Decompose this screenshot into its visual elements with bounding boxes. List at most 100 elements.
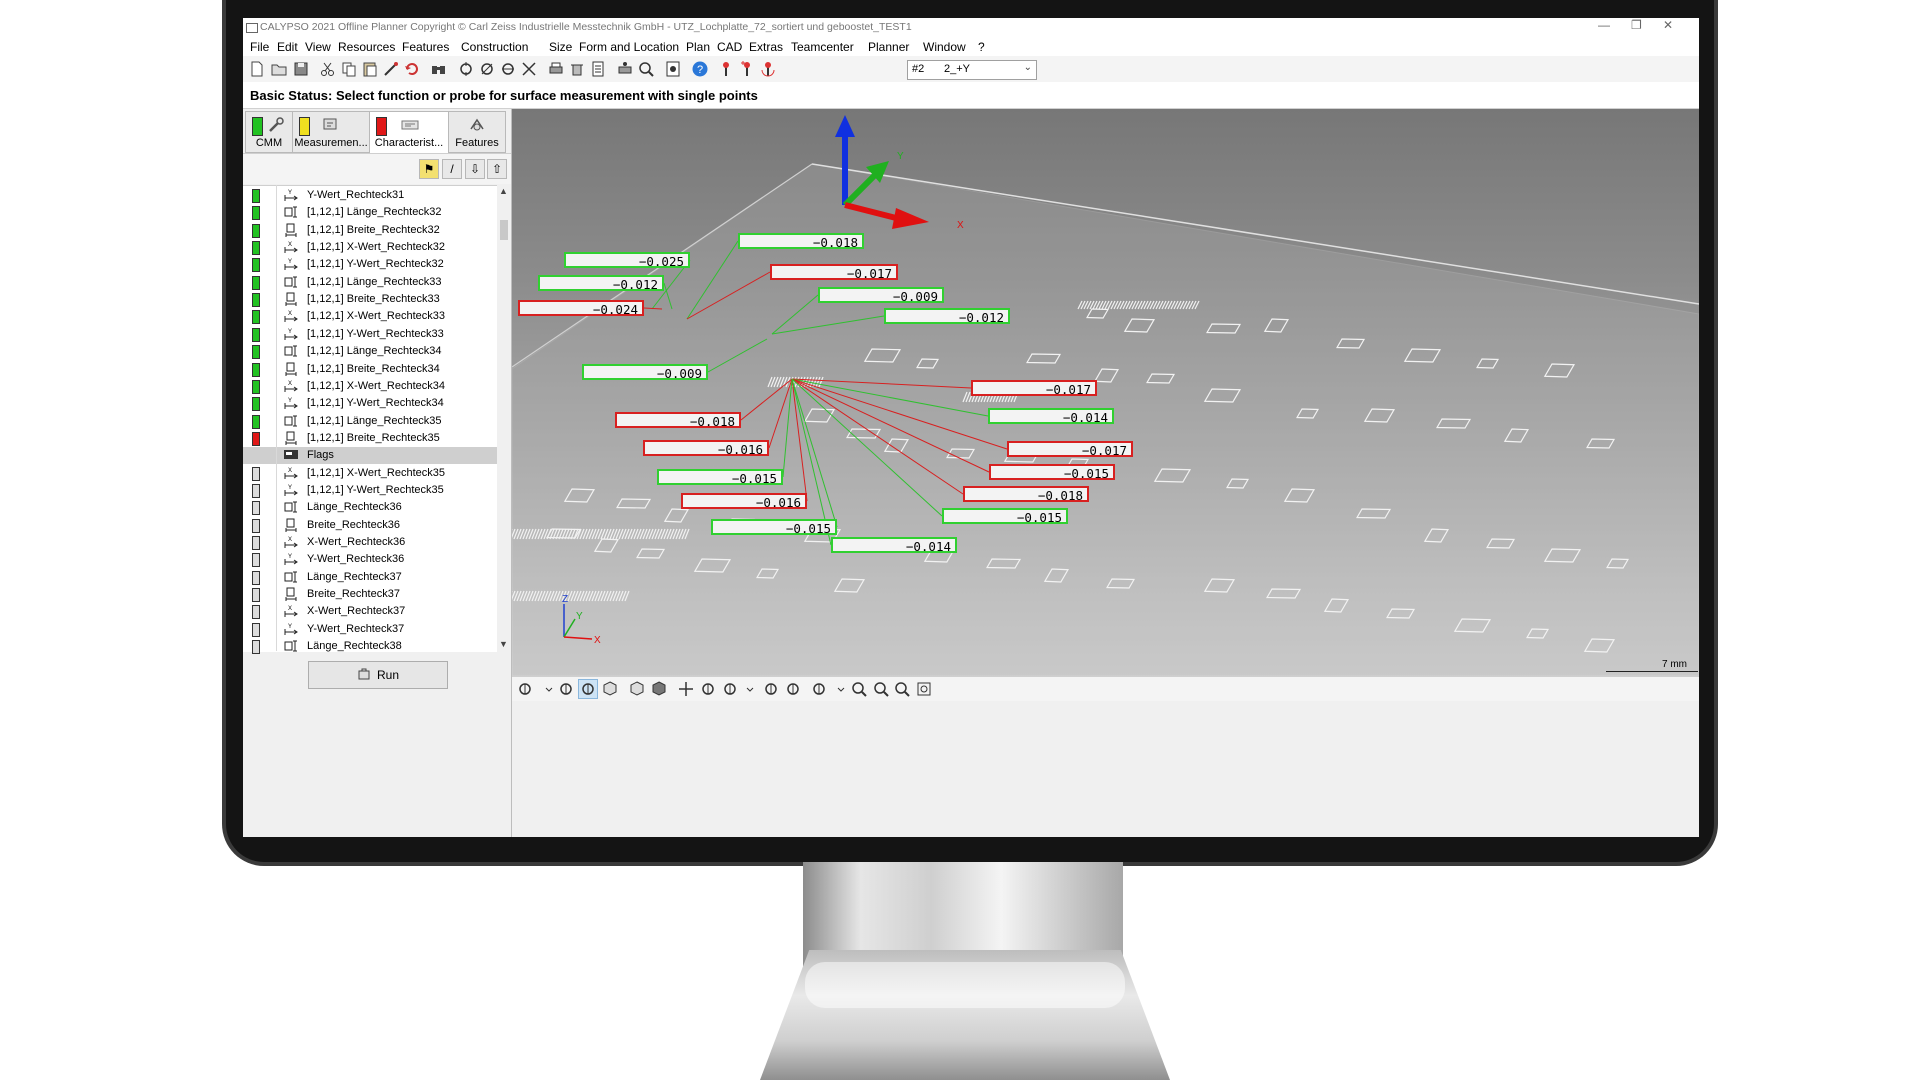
tab-characteristics[interactable]: Characterist... [369,111,449,154]
probe-view2-icon[interactable] [578,679,598,699]
value-flag[interactable]: −0.015 [989,464,1115,481]
menu-size[interactable]: Size [549,40,572,54]
value-flag[interactable]: −0.015 [942,508,1068,525]
list-item[interactable]: Breite_Rechteck36 [243,517,497,534]
list-item[interactable]: Länge_Rechteck38 [243,638,497,655]
axis-icon[interactable] [810,680,828,698]
open-icon[interactable] [270,60,288,78]
list-item[interactable]: X X-Wert_Rechteck36 [243,534,497,551]
list-item[interactable]: [1,12,1] Länge_Rechteck32 [243,204,497,221]
value-flag[interactable]: −0.018 [738,233,864,250]
list-item[interactable]: Y [1,12,1] Y-Wert_Rechteck34 [243,395,497,412]
rotate-left-icon[interactable] [762,680,780,698]
menu-edit[interactable]: Edit [277,40,298,54]
fit-icon[interactable] [915,680,933,698]
paste-icon[interactable] [361,60,379,78]
edit-icon[interactable]: / [442,159,462,179]
list-item[interactable]: Y [1,12,1] Y-Wert_Rechteck35 [243,482,497,499]
value-flag[interactable]: −0.017 [770,264,898,281]
run-button[interactable]: Run [308,661,448,689]
list-item[interactable]: [1,12,1] Breite_Rechteck34 [243,361,497,378]
value-flag[interactable]: −0.016 [643,440,769,457]
list-item[interactable]: [1,12,1] Länge_Rechteck34 [243,343,497,360]
list-item[interactable]: [1,12,1] Länge_Rechteck33 [243,274,497,291]
list-item[interactable]: X [1,12,1] X-Wert_Rechteck35 [243,465,497,482]
run-selected-icon[interactable]: ⚑ [419,159,439,179]
select-icon[interactable] [516,680,534,698]
save-icon[interactable] [292,60,310,78]
value-flag[interactable]: −0.015 [711,519,837,536]
menu-plan[interactable]: Plan [686,40,710,54]
menu-teamcenter[interactable]: Teamcenter [791,40,854,54]
list-item[interactable]: Y Y-Wert_Rechteck37 [243,621,497,638]
new-icon[interactable] [248,60,266,78]
copy-icon[interactable] [340,60,358,78]
cut-icon[interactable] [319,60,337,78]
menu-extras[interactable]: Extras [749,40,783,54]
close-button[interactable]: ✕ [1663,18,1673,32]
help-icon[interactable]: ? [691,60,709,78]
rotate-right-icon[interactable] [784,680,802,698]
probe-rotate-icon[interactable] [721,680,739,698]
zoom-out-icon[interactable] [850,680,868,698]
list-item[interactable]: Y [1,12,1] Y-Wert_Rechteck33 [243,326,497,343]
stop-icon[interactable] [664,60,682,78]
scroll-down-icon[interactable]: ▼ [499,639,508,649]
arrow-up-icon[interactable]: ⇧ [487,159,507,179]
zoom-icon[interactable] [637,60,655,78]
list-icon[interactable] [589,60,607,78]
maximize-button[interactable]: ❐ [1631,18,1642,32]
scroll-thumb[interactable] [500,220,508,240]
value-flag[interactable]: −0.015 [657,469,783,486]
value-flag[interactable]: −0.014 [831,537,957,554]
value-flag[interactable]: −0.018 [615,412,741,429]
value-flag[interactable]: −0.009 [818,287,944,304]
tab-features[interactable]: Features [448,111,506,153]
menu-file[interactable]: File [250,40,269,54]
list-item[interactable]: Länge_Rechteck37 [243,569,497,586]
probe-icon[interactable] [382,60,400,78]
menu-form-and-location[interactable]: Form and Location [579,40,679,54]
cube2-icon[interactable] [628,680,646,698]
value-flag[interactable]: −0.012 [538,275,664,292]
probe-view-icon[interactable] [557,680,575,698]
cube-icon[interactable] [601,680,619,698]
print-icon[interactable] [547,60,565,78]
list-item[interactable]: X [1,12,1] X-Wert_Rechteck34 [243,378,497,395]
list-item[interactable]: [1,12,1] Breite_Rechteck32 [243,222,497,239]
probe-add-icon[interactable] [738,60,756,78]
undo-icon[interactable] [403,60,421,78]
probe-rotate-icon[interactable] [759,60,777,78]
menu-construction[interactable]: Construction [461,40,528,54]
list-item[interactable]: X [1,12,1] X-Wert_Rechteck33 [243,308,497,325]
chevron-down-icon[interactable] [832,680,845,698]
pan-icon[interactable] [677,680,695,698]
chevron-down-icon[interactable] [741,680,754,698]
list-item[interactable]: X [1,12,1] X-Wert_Rechteck32 [243,239,497,256]
menu-help[interactable]: ? [978,40,985,54]
value-flag[interactable]: −0.016 [681,493,807,510]
rotate-icon[interactable] [699,680,717,698]
list-item[interactable]: [1,12,1] Länge_Rechteck35 [243,413,497,430]
list-item[interactable]: Flags [243,447,497,465]
tool-icon[interactable] [457,60,475,78]
tool2-icon[interactable] [478,60,496,78]
tab-measurement[interactable]: Measuremen... [292,111,370,153]
value-flag[interactable]: −0.024 [518,300,644,317]
zoom-in-icon[interactable] [872,680,890,698]
print2-icon[interactable] [616,60,634,78]
arrow-down-icon[interactable]: ⇩ [465,159,485,179]
value-flag[interactable]: −0.012 [884,308,1010,325]
tool4-icon[interactable] [520,60,538,78]
value-flag[interactable]: −0.018 [963,486,1089,503]
delete-icon[interactable] [568,60,586,78]
tool3-icon[interactable] [499,60,517,78]
value-flag[interactable]: −0.014 [988,408,1114,425]
list-scrollbar[interactable]: ▲ ▼ [497,185,511,651]
list-item[interactable]: Breite_Rechteck37 [243,586,497,603]
list-item[interactable]: Y Y-Wert_Rechteck36 [243,551,497,568]
cube3-icon[interactable] [650,680,668,698]
menu-cad[interactable]: CAD [717,40,742,54]
zoom-icon[interactable] [893,680,911,698]
list-item[interactable]: Y Y-Wert_Rechteck31 [243,187,497,204]
